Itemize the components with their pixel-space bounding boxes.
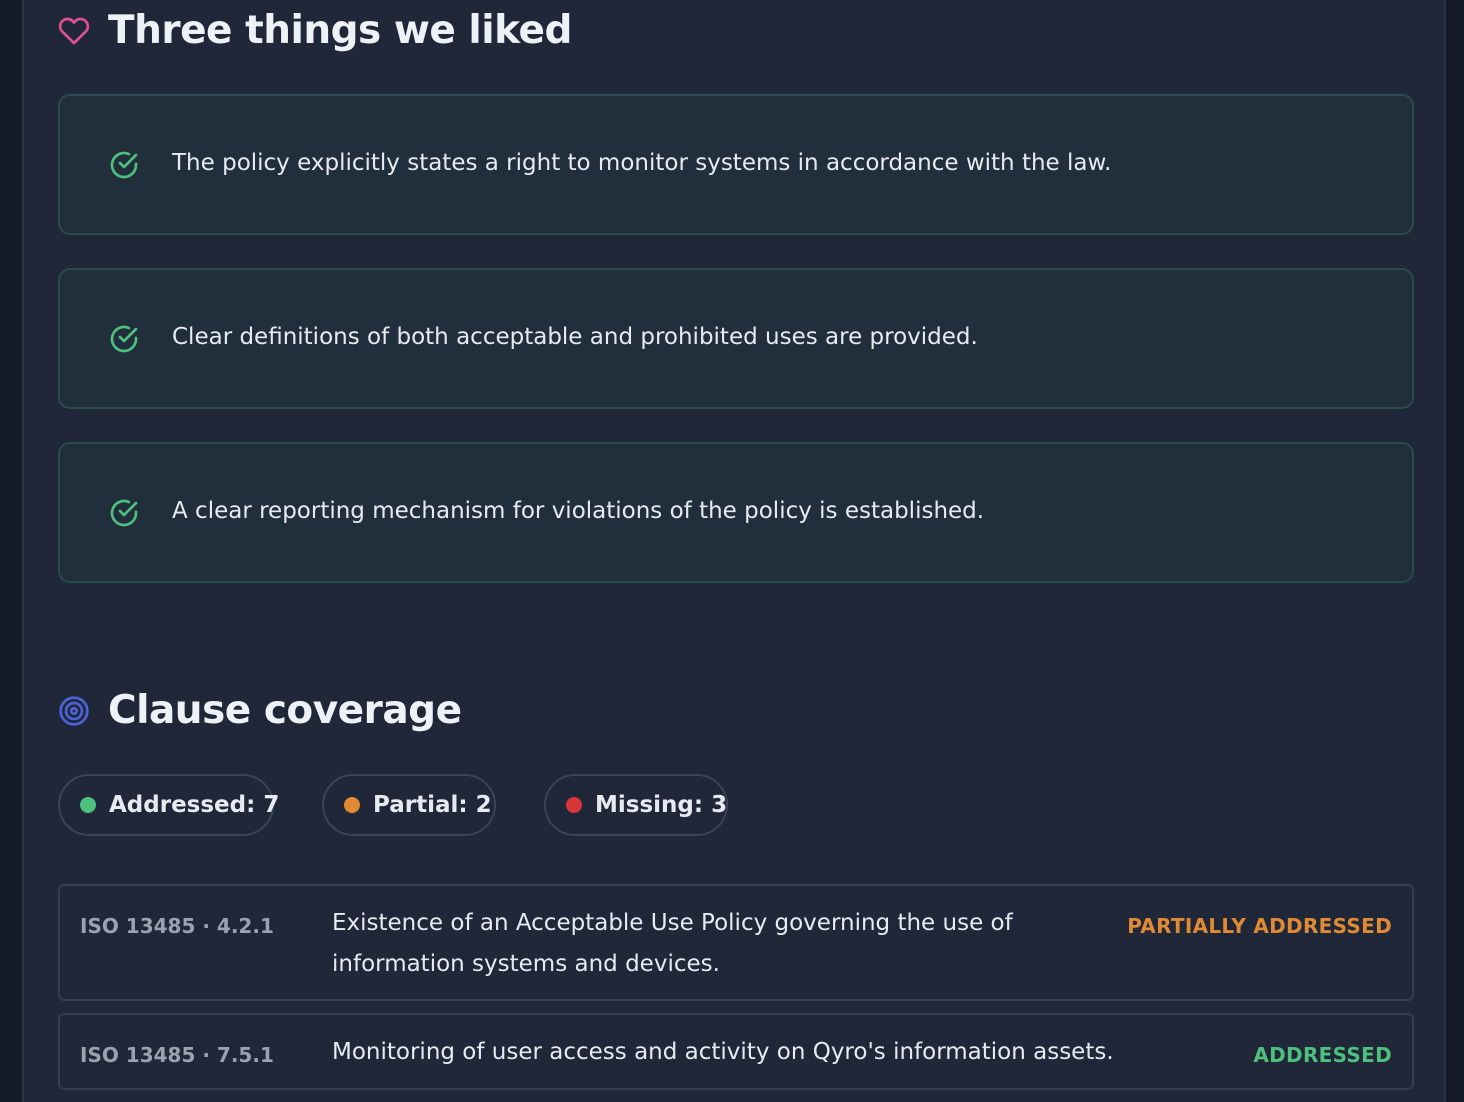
check-circle-icon [110, 151, 138, 179]
coverage-title-text: Clause coverage [108, 688, 462, 733]
liked-section-title: Three things we liked [58, 8, 572, 53]
status-dot [344, 797, 360, 813]
clause-reference: ISO 13485 · 7.5.1 [80, 1043, 274, 1067]
pill-label: Missing: 3 [595, 792, 728, 818]
status-dot [80, 797, 96, 813]
liked-item: Clear definitions of both acceptable and… [58, 268, 1414, 409]
liked-item-text: Clear definitions of both acceptable and… [172, 324, 978, 350]
liked-item-text: A clear reporting mechanism for violatio… [172, 498, 985, 524]
clause-description: Monitoring of user access and activity o… [332, 1039, 1114, 1065]
pill-label: Partial: 2 [373, 792, 492, 818]
clause-status-badge: PARTIALLY ADDRESSED [1127, 914, 1392, 938]
clause-row[interactable]: ISO 13485 · 7.5.1 Monitoring of user acc… [58, 1013, 1414, 1090]
liked-item: The policy explicitly states a right to … [58, 94, 1414, 235]
liked-item: A clear reporting mechanism for violatio… [58, 442, 1414, 583]
status-dot [566, 797, 582, 813]
addressed-filter-pill[interactable]: Addressed: 7 [58, 774, 279, 836]
heart-icon [58, 15, 90, 47]
check-circle-icon [110, 325, 138, 353]
clause-description: Existence of an Acceptable Use Policy go… [332, 910, 1013, 977]
target-icon [58, 695, 90, 727]
pill-label: Addressed: 7 [109, 792, 280, 818]
clause-status-badge: ADDRESSED [1253, 1043, 1392, 1067]
clause-row[interactable]: ISO 13485 · 4.2.1 Existence of an Accept… [58, 884, 1414, 1001]
liked-title-text: Three things we liked [108, 8, 572, 53]
missing-filter-pill[interactable]: Missing: 3 [544, 774, 728, 836]
report-panel: Three things we liked The policy explici… [22, 0, 1446, 1102]
clause-reference: ISO 13485 · 4.2.1 [80, 914, 274, 938]
check-circle-icon [110, 499, 138, 527]
partial-filter-pill[interactable]: Partial: 2 [322, 774, 496, 836]
liked-item-text: The policy explicitly states a right to … [172, 150, 1112, 176]
coverage-section-title: Clause coverage [58, 688, 462, 733]
